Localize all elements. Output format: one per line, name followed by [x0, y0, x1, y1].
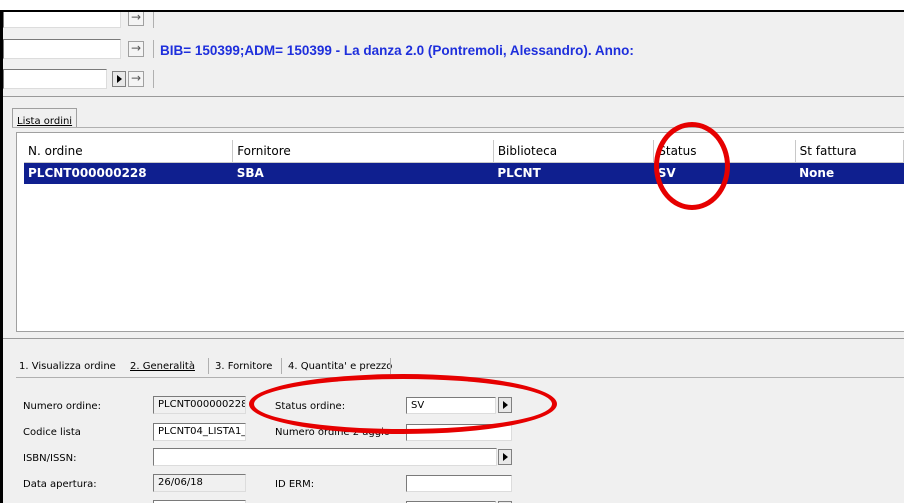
- toolbar-separator: [153, 70, 154, 88]
- orders-table: N. ordine Fornitore Biblioteca Status St…: [24, 140, 904, 184]
- tab-visualizza-ordine[interactable]: 1. Visualizza ordine: [16, 358, 119, 376]
- table-header-row: N. ordine Fornitore Biblioteca Status St…: [24, 140, 904, 163]
- top-input-3[interactable]: [3, 69, 107, 89]
- toolbar-separator: [153, 40, 154, 58]
- codice-lista-field[interactable]: PLCNT04_LISTA1_2: [153, 423, 246, 441]
- data-apertura-field: 26/06/18: [153, 474, 246, 492]
- col-fornitore[interactable]: Fornitore: [232, 140, 494, 163]
- numero-ordine-field: PLCNT000000228: [153, 396, 246, 414]
- tab-separator: [208, 358, 209, 374]
- play-icon[interactable]: [112, 71, 126, 87]
- cell-n-ordine[interactable]: PLCNT000000228: [24, 162, 233, 184]
- divider: [3, 96, 904, 97]
- table-row[interactable]: PLCNT000000228 SBA PLCNT SV None: [24, 162, 904, 184]
- tab-lista-ordini[interactable]: Lista ordini: [12, 108, 78, 127]
- cell-st-fattura[interactable]: None: [795, 162, 904, 184]
- codice-lista-label: Codice lista: [23, 427, 81, 438]
- isbn-field[interactable]: [153, 448, 497, 466]
- highlight-circle-status-column: [654, 122, 730, 210]
- cell-biblioteca[interactable]: PLCNT: [493, 162, 654, 184]
- tab-fornitore[interactable]: 3. Fornitore: [212, 358, 275, 376]
- highlight-circle-status-ordine: [249, 374, 557, 434]
- record-header-title: BIB= 150399;ADM= 150399 - La danza 2.0 (…: [160, 43, 634, 58]
- col-n-ordine[interactable]: N. ordine: [24, 140, 234, 163]
- tab-quantita-prezzo[interactable]: 4. Quantita' e prezzo: [285, 358, 395, 376]
- isbn-label: ISBN/ISSN:: [23, 453, 77, 464]
- tab-generalita[interactable]: 2. Generalità: [127, 358, 198, 376]
- tab-separator: [390, 358, 391, 374]
- arrow-right-icon[interactable]: →: [128, 71, 144, 87]
- divider: [3, 338, 904, 339]
- toolbar-separator: [153, 12, 154, 28]
- id-erm-label: ID ERM:: [275, 479, 315, 490]
- cell-fornitore[interactable]: SBA: [232, 162, 494, 184]
- tab-lista-ordini-label: Lista ordini: [17, 116, 73, 127]
- arrow-right-icon[interactable]: →: [128, 41, 144, 57]
- numero-ordine-label: Numero ordine:: [23, 401, 101, 412]
- col-biblioteca[interactable]: Biblioteca: [492, 140, 655, 163]
- top-input-2[interactable]: [3, 39, 121, 59]
- id-erm-field[interactable]: [406, 475, 512, 492]
- data-apertura-label: Data apertura:: [23, 479, 97, 490]
- dropdown-arrow-icon[interactable]: [498, 449, 512, 465]
- tab-strip-line: [12, 127, 904, 128]
- application-window: → → BIB= 150399;ADM= 150399 - La danza 2…: [0, 10, 904, 503]
- tab-separator: [281, 358, 282, 374]
- col-st-fattura[interactable]: St fattura: [794, 140, 904, 163]
- top-input-1[interactable]: [3, 12, 121, 28]
- arrow-right-icon[interactable]: →: [128, 12, 144, 26]
